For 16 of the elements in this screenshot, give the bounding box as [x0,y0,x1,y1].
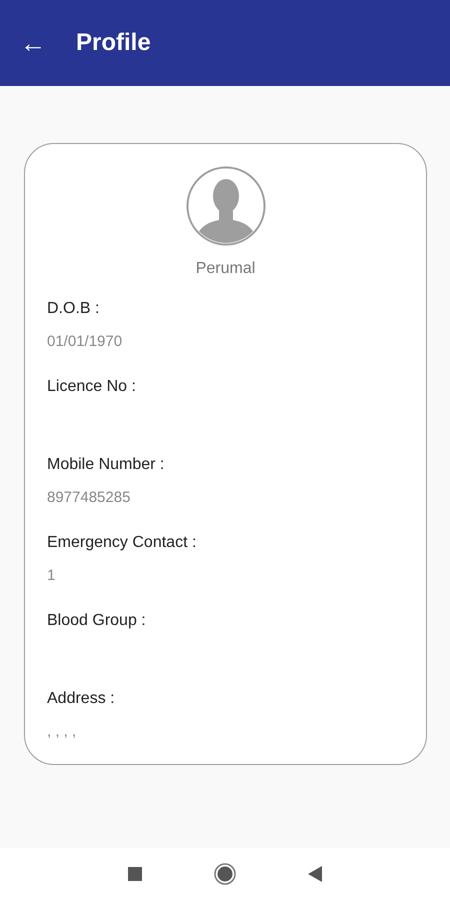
field-value: , , , , [47,722,78,742]
field-label: Emergency Contact : [47,533,198,553]
home-icon[interactable] [214,863,236,885]
avatar-icon [186,166,266,246]
profile-name: Perumal [196,259,256,279]
field-value: 1 [47,566,56,586]
field-label: Blood Group : [47,611,147,631]
field-value: 01/01/1970 [47,332,124,352]
back-button[interactable]: ← [20,30,46,56]
field-label: D.O.B : [47,299,100,319]
page-title: Profile [76,28,151,58]
field-label: Address : [47,689,116,709]
field-label: Mobile Number : [47,455,166,475]
field-label: Licence No : [47,377,137,397]
back-nav-icon[interactable] [308,866,322,882]
field-value: 8977485285 [47,488,132,508]
